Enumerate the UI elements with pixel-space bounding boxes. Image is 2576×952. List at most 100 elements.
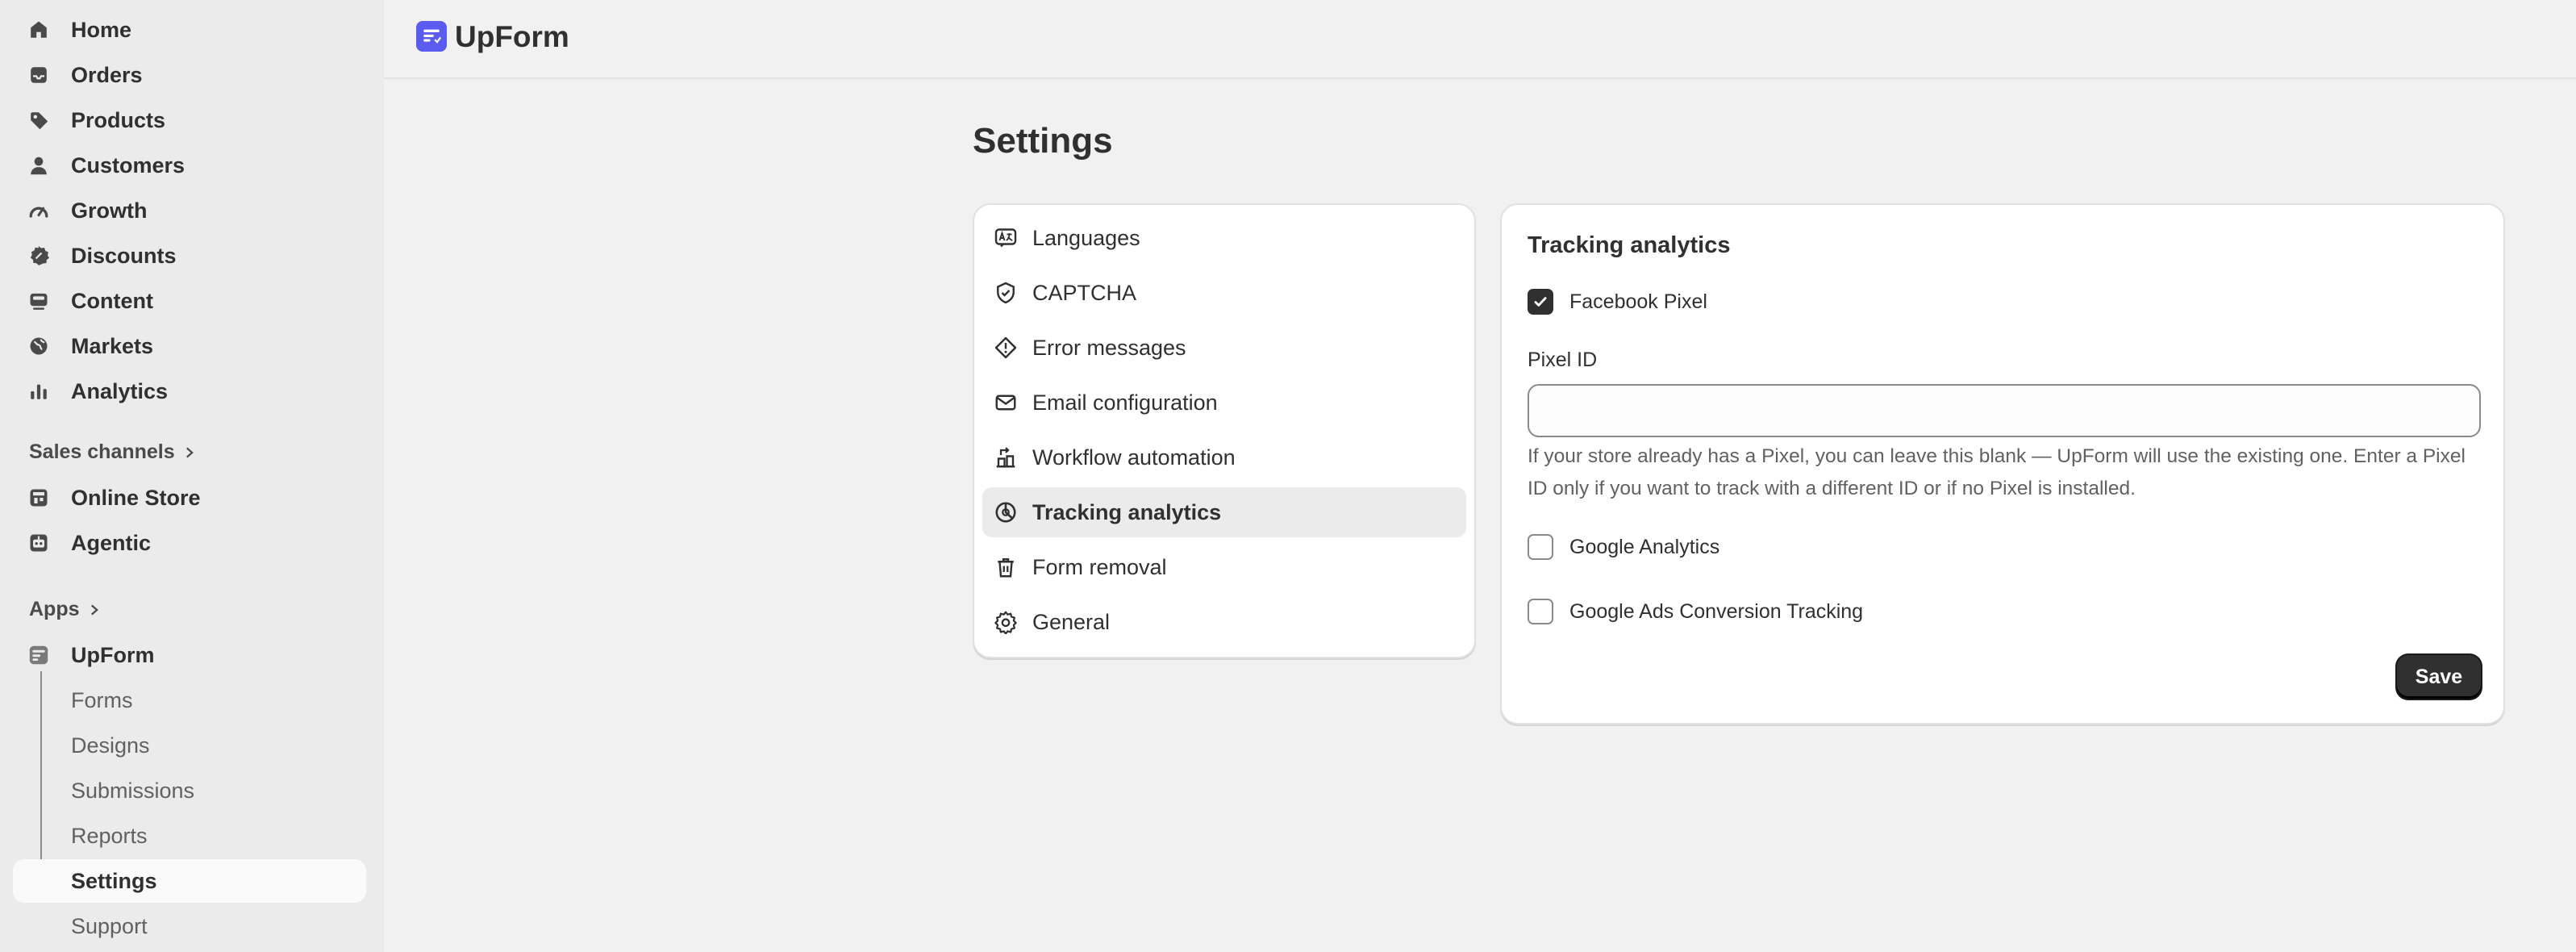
apps-label: Apps [29, 598, 80, 620]
save-button[interactable]: Save [2397, 655, 2481, 699]
sidebar-item-label: UpForm [71, 642, 155, 667]
target-icon [994, 500, 1018, 524]
sidebar-item-label: Content [71, 288, 153, 313]
page-title: Settings [973, 121, 1113, 161]
store-icon [27, 486, 50, 509]
sidebar-item-label: Analytics [71, 378, 169, 403]
sidebar-item-products[interactable]: Products [13, 98, 366, 142]
content-icon [27, 290, 50, 312]
sidebar: Home Orders Products Customers Growth Di… [0, 0, 384, 952]
facebook-pixel-checkbox[interactable] [1528, 289, 1553, 315]
settings-menu-item-email-configuration[interactable]: Email configuration [982, 378, 1466, 428]
sidebar-item-agentic[interactable]: Agentic [13, 521, 366, 565]
sidebar-item-label: Customers [71, 152, 185, 177]
sidebar-item-discounts[interactable]: Discounts [13, 234, 366, 278]
google-ads-label: Google Ads Conversion Tracking [1569, 599, 1864, 623]
sidebar-subitem-forms[interactable]: Forms [13, 679, 366, 722]
settings-menu-label: Form removal [1032, 554, 1167, 579]
settings-menu-item-form-removal[interactable]: Form removal [982, 542, 1466, 592]
sidebar-subitem-label: Settings [71, 868, 157, 893]
globe-icon [27, 335, 50, 357]
sales-channels-heading[interactable]: Sales channels [29, 441, 196, 464]
tag-icon [27, 109, 50, 132]
settings-menu-item-general[interactable]: General [982, 597, 1466, 647]
trash-icon [994, 555, 1018, 579]
sidebar-item-label: Orders [71, 62, 143, 87]
app-header: UpForm [384, 0, 2576, 79]
sidebar-item-upform[interactable]: UpForm [13, 633, 366, 677]
facebook-pixel-label: Facebook Pixel [1569, 290, 1707, 313]
upform-logo-icon [416, 21, 447, 52]
shield-check-icon [994, 281, 1018, 305]
alert-diamond-icon [994, 336, 1018, 360]
sidebar-item-label: Products [71, 107, 166, 132]
settings-menu-label: Workflow automation [1032, 445, 1236, 470]
pixel-id-label: Pixel ID [1528, 349, 1598, 371]
sidebar-item-label: Discounts [71, 243, 177, 268]
sidebar-subitem-designs[interactable]: Designs [13, 724, 366, 767]
bar-chart-icon [27, 380, 50, 403]
upform-app-icon [27, 644, 50, 666]
google-analytics-checkbox[interactable] [1528, 534, 1553, 560]
checkmark-icon [1534, 297, 1547, 307]
sales-channels-label: Sales channels [29, 441, 175, 463]
settings-menu-item-languages[interactable]: Languages [982, 213, 1466, 263]
sidebar-subitem-label: Forms [71, 687, 133, 712]
home-icon [27, 19, 50, 41]
robot-icon [27, 532, 50, 554]
settings-menu-item-tracking-analytics[interactable]: Tracking analytics [982, 487, 1466, 537]
settings-menu-label: Languages [1032, 225, 1140, 250]
email-icon [994, 390, 1018, 415]
google-analytics-label: Google Analytics [1569, 535, 1720, 558]
app-title: UpForm [455, 20, 569, 53]
gear-icon [994, 610, 1018, 635]
sidebar-item-online-store[interactable]: Online Store [13, 476, 366, 520]
sidebar-subitem-reports[interactable]: Reports [13, 814, 366, 858]
person-icon [27, 154, 50, 177]
facebook-pixel-option[interactable]: Facebook Pixel [1528, 289, 1707, 315]
sidebar-subitem-label: Submissions [71, 778, 195, 803]
inbox-icon [27, 64, 50, 86]
sidebar-item-label: Growth [71, 198, 148, 223]
google-ads-checkbox[interactable] [1528, 599, 1553, 624]
apps-heading[interactable]: Apps [29, 598, 101, 621]
settings-menu-label: Error messages [1032, 335, 1186, 360]
pixel-id-help-text: If your store already has a Pixel, you c… [1528, 445, 2466, 499]
sidebar-subitem-support[interactable]: Support [13, 904, 366, 948]
settings-menu-item-captcha[interactable]: CAPTCHA [982, 268, 1466, 318]
section-title: Tracking analytics [1528, 232, 1731, 258]
sidebar-item-customers[interactable]: Customers [13, 144, 366, 187]
workflow-icon [994, 445, 1018, 470]
translate-icon [994, 226, 1018, 250]
settings-menu: Languages CAPTCHA Error messages Email c… [973, 203, 1476, 658]
settings-menu-label: CAPTCHA [1032, 280, 1137, 305]
sidebar-item-home[interactable]: Home [13, 8, 366, 52]
pixel-id-input[interactable] [1528, 384, 2481, 437]
settings-menu-label: Email configuration [1032, 390, 1218, 415]
settings-menu-item-error-messages[interactable]: Error messages [982, 323, 1466, 373]
sidebar-item-markets[interactable]: Markets [13, 324, 366, 368]
discount-icon [27, 244, 50, 267]
settings-menu-label: Tracking analytics [1032, 499, 1222, 524]
tracking-analytics-card: Tracking analytics Facebook Pixel Pixel … [1500, 203, 2505, 724]
chevron-right-icon [90, 604, 98, 615]
sidebar-subitem-submissions[interactable]: Submissions [13, 769, 366, 812]
sidebar-subitem-settings[interactable]: Settings [13, 859, 366, 903]
google-ads-option[interactable]: Google Ads Conversion Tracking [1528, 599, 1863, 624]
chevron-right-icon [185, 447, 194, 457]
gauge-icon [27, 199, 50, 222]
sidebar-subitem-label: Reports [71, 823, 148, 848]
settings-menu-label: General [1032, 609, 1111, 634]
sidebar-item-label: Online Store [71, 485, 201, 510]
settings-menu-item-workflow-automation[interactable]: Workflow automation [982, 432, 1466, 482]
sidebar-item-label: Agentic [71, 530, 152, 555]
sidebar-item-growth[interactable]: Growth [13, 189, 366, 232]
sidebar-item-orders[interactable]: Orders [13, 53, 366, 97]
sidebar-item-label: Markets [71, 333, 154, 358]
sidebar-item-content[interactable]: Content [13, 279, 366, 323]
sidebar-item-label: Home [71, 17, 132, 42]
sidebar-subitem-label: Designs [71, 733, 150, 758]
sidebar-subitem-label: Support [71, 913, 148, 938]
sidebar-item-analytics[interactable]: Analytics [13, 370, 366, 413]
google-analytics-option[interactable]: Google Analytics [1528, 534, 1719, 560]
